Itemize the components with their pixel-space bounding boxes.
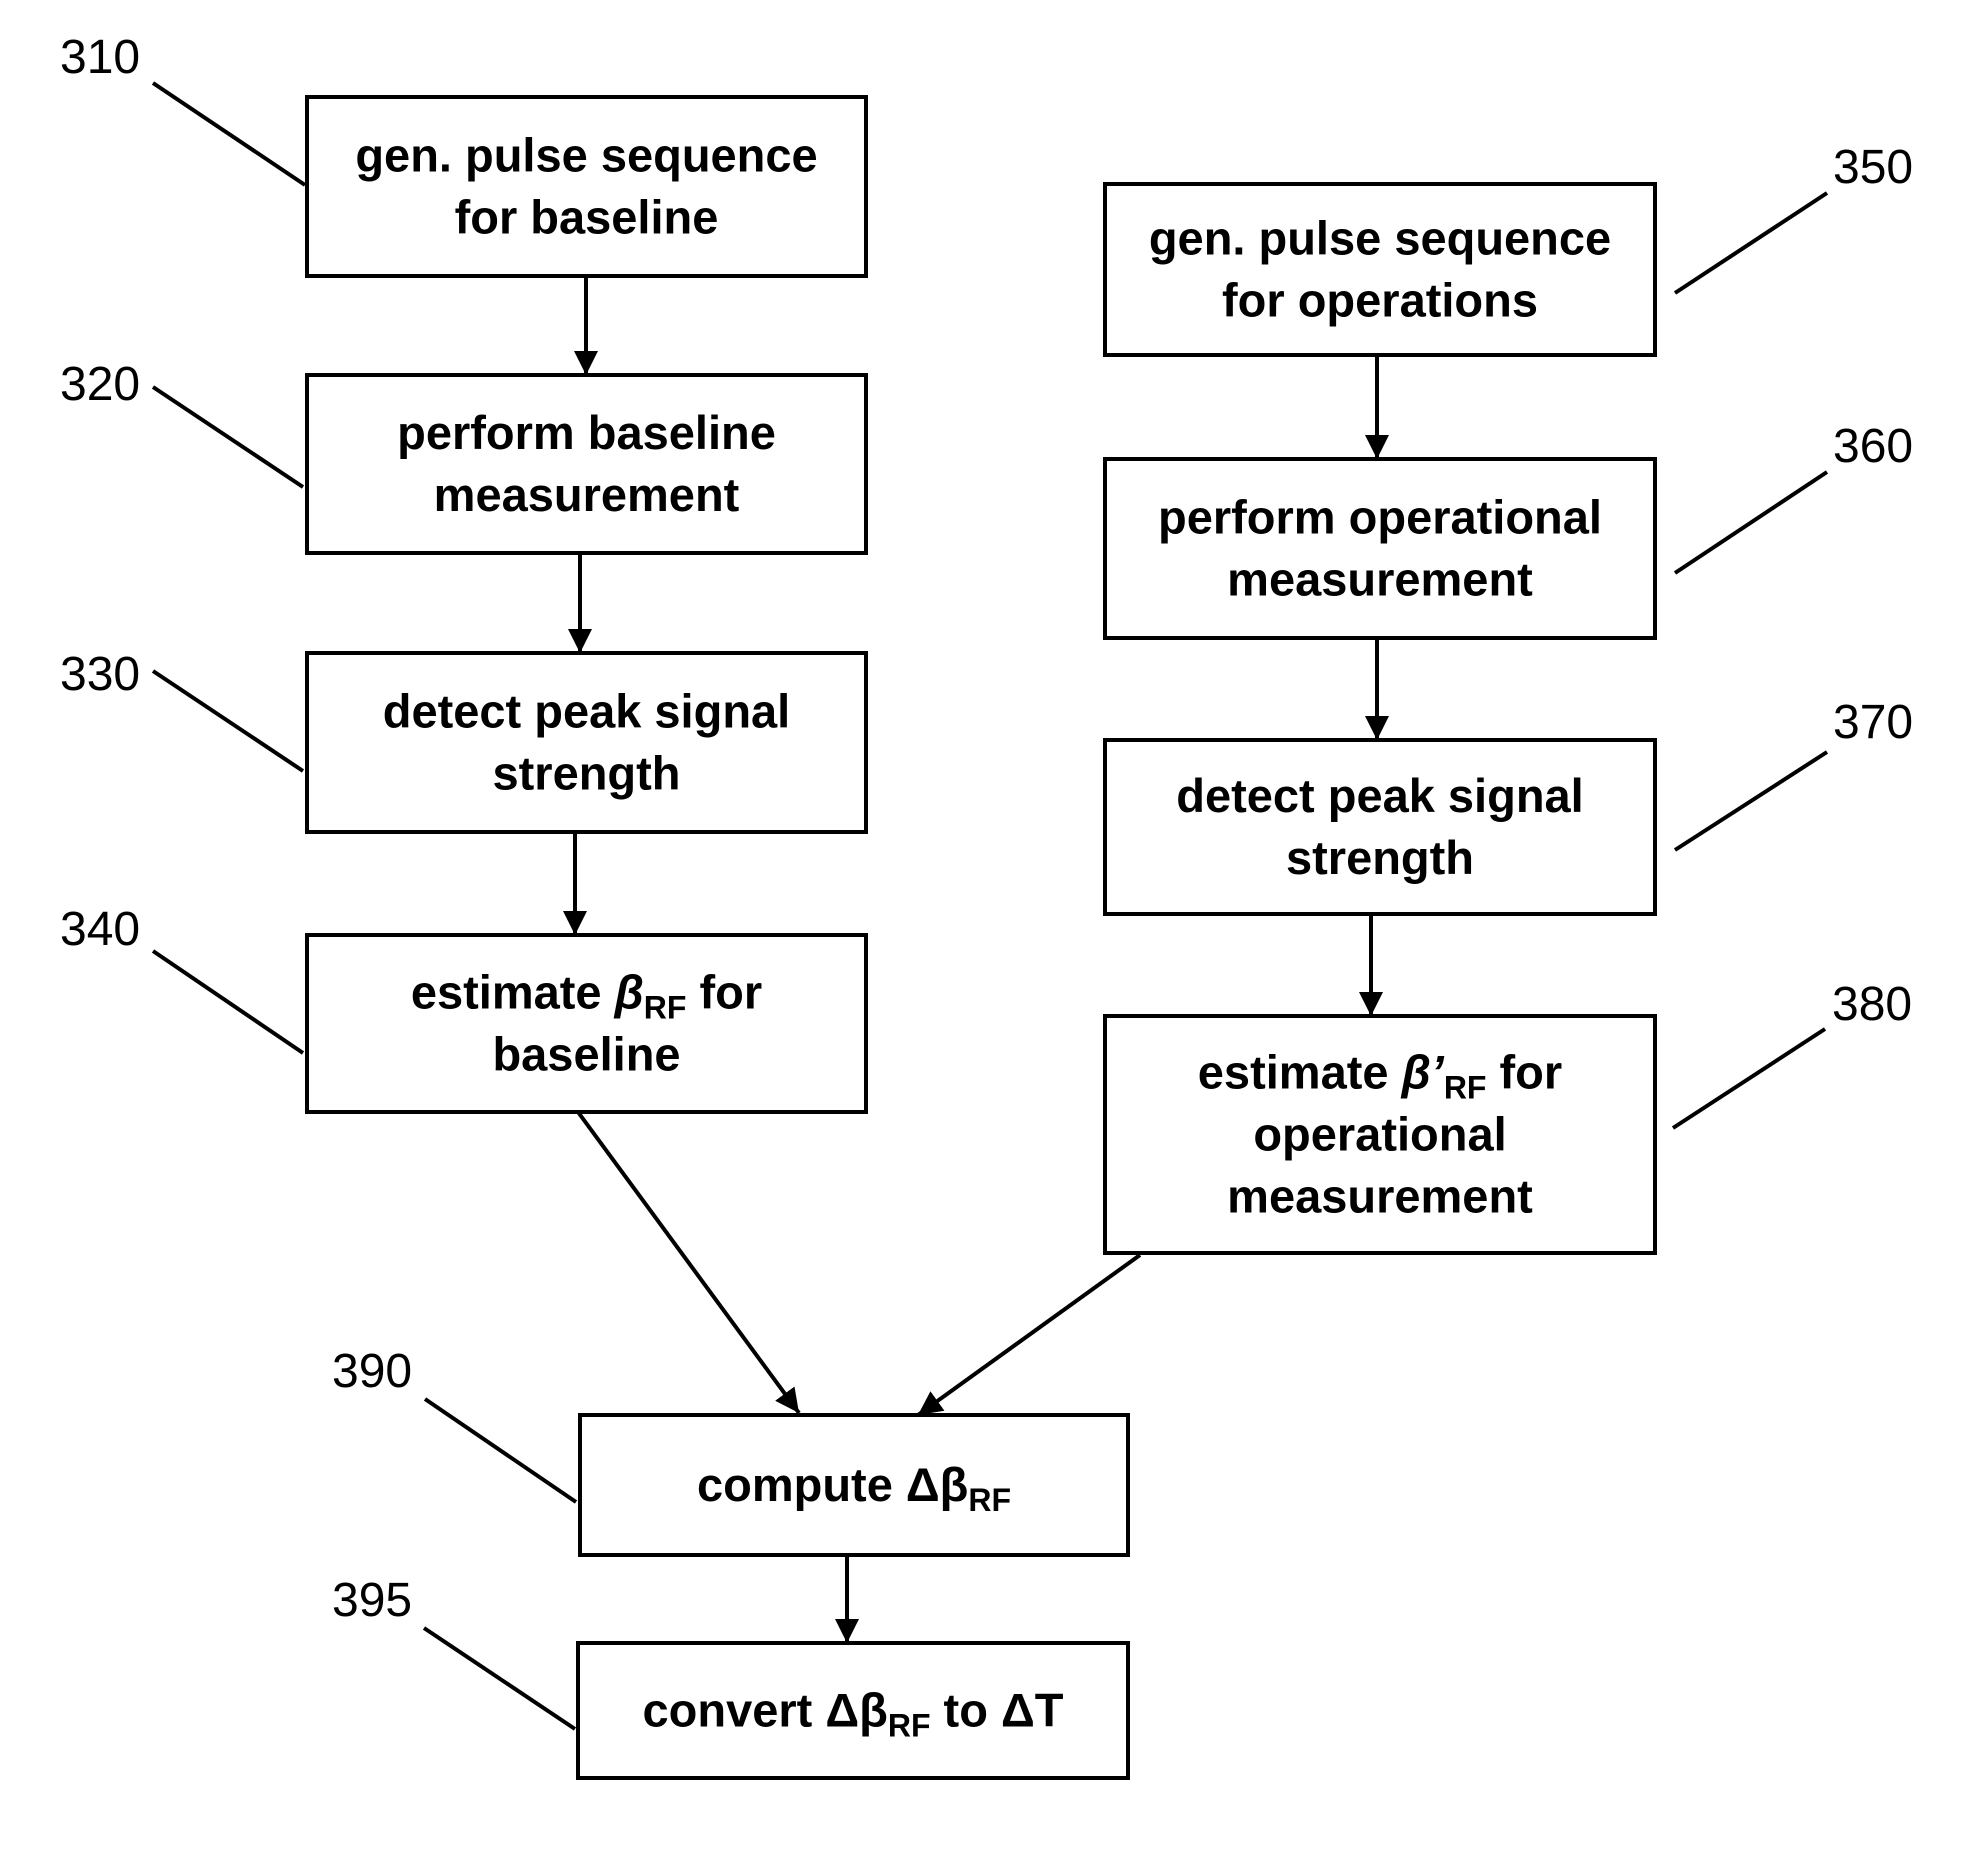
text-segment: perform baseline <box>397 406 776 459</box>
step-310-text-line: for baseline <box>455 191 719 244</box>
step-box-370 <box>1103 738 1657 916</box>
text-segment: strength <box>493 747 681 800</box>
step-320-text-line: measurement <box>434 468 740 521</box>
text-segment: for <box>1486 1046 1562 1099</box>
leader-line-395 <box>422 1626 577 1731</box>
step-330: detect peak signal strength <box>305 651 868 834</box>
step-370: detect peak signal strength <box>1103 738 1657 916</box>
subscript: RF <box>888 1708 931 1744</box>
text-segment: estimate <box>411 966 615 1019</box>
leader-line-370 <box>1673 750 1829 852</box>
step-box-330 <box>305 651 868 834</box>
reference-number-350: 350 <box>1833 141 1913 194</box>
step-340-text-line: estimate βRF for <box>411 966 762 1026</box>
arrow-340-to-390 <box>576 1110 801 1415</box>
reference-number-320: 320 <box>60 358 140 411</box>
step-380: estimate β’RF foroperationalmeasurement <box>1103 1014 1657 1255</box>
step-380-text-line: operational <box>1253 1108 1506 1161</box>
step-330-text-line: strength <box>493 747 681 800</box>
text-segment: measurement <box>1227 1170 1533 1223</box>
reference-number-390: 390 <box>332 1345 412 1398</box>
subscript: RF <box>644 990 687 1026</box>
step-390: compute ΔβRF <box>578 1413 1130 1557</box>
step-350: gen. pulse sequence for operations <box>1103 182 1657 357</box>
text-segment: detect peak signal <box>383 685 791 738</box>
text-segment: compute Δβ <box>697 1458 968 1511</box>
step-380-text-line: estimate β’RF for <box>1198 1046 1562 1106</box>
step-box-310 <box>305 95 868 278</box>
text-segment: convert Δβ <box>643 1684 888 1737</box>
step-340: estimate βRF forbaseline <box>305 933 868 1114</box>
text-segment: detect peak signal <box>1176 769 1584 822</box>
text-segment: β <box>613 966 644 1019</box>
step-360-text-line: measurement <box>1227 553 1533 606</box>
subscript: RF <box>1444 1070 1487 1106</box>
step-box-320 <box>305 373 868 555</box>
step-350-text-line: gen. pulse sequence <box>1149 212 1611 265</box>
text-segment: strength <box>1286 831 1474 884</box>
leader-line-340 <box>151 949 305 1055</box>
leader-line-350 <box>1673 191 1829 295</box>
reference-number-330: 330 <box>60 648 140 701</box>
step-380-text-line: measurement <box>1227 1170 1533 1223</box>
step-310: gen. pulse sequence for baseline <box>305 95 868 278</box>
step-370-text-line: strength <box>1286 831 1474 884</box>
step-340-text-line: baseline <box>492 1028 680 1081</box>
step-395: convert ΔβRF to ΔT <box>576 1641 1130 1780</box>
boxes-layer: gen. pulse sequence for baseline perform b… <box>305 95 1657 1780</box>
step-390-text-line: compute ΔβRF <box>697 1458 1011 1518</box>
leader-line-330 <box>151 669 305 773</box>
text-segment: for baseline <box>455 191 719 244</box>
reference-number-310: 310 <box>60 31 140 84</box>
flowchart-canvas: gen. pulse sequence for baseline perform b… <box>60 31 1913 1780</box>
step-370-text-line: detect peak signal <box>1176 769 1584 822</box>
text-segment: measurement <box>434 468 740 521</box>
reference-number-370: 370 <box>1833 696 1913 749</box>
text-segment: gen. pulse sequence <box>1149 212 1611 265</box>
text-segment: perform operational <box>1158 491 1602 544</box>
text-segment: baseline <box>492 1028 680 1081</box>
subscript: RF <box>968 1482 1011 1518</box>
text-segment: β’ <box>1400 1046 1445 1099</box>
arrow-380-to-390 <box>916 1253 1142 1417</box>
step-box-350 <box>1103 182 1657 357</box>
step-360-text-line: perform operational <box>1158 491 1602 544</box>
step-310-text-line: gen. pulse sequence <box>355 129 817 182</box>
step-box-360 <box>1103 457 1657 640</box>
text-segment: operational <box>1253 1108 1506 1161</box>
leader-line-380 <box>1671 1027 1827 1130</box>
step-395-text-line: convert ΔβRF to ΔT <box>643 1684 1064 1744</box>
step-box-340 <box>305 933 868 1114</box>
text-segment: for <box>686 966 762 1019</box>
reference-number-360: 360 <box>1833 420 1913 473</box>
reference-number-380: 380 <box>1832 978 1912 1031</box>
step-320-text-line: perform baseline <box>397 406 776 459</box>
step-320: perform baseline measurement <box>305 373 868 555</box>
step-360: perform operational measurement <box>1103 457 1657 640</box>
leader-line-390 <box>423 1397 578 1504</box>
text-segment: for operations <box>1222 274 1538 327</box>
step-350-text-line: for operations <box>1222 274 1538 327</box>
step-330-text-line: detect peak signal <box>383 685 791 738</box>
text-segment: estimate <box>1198 1046 1402 1099</box>
text-segment: to ΔT <box>931 1684 1064 1737</box>
leader-line-320 <box>151 385 305 489</box>
text-segment: measurement <box>1227 553 1533 606</box>
leader-line-310 <box>151 81 307 187</box>
reference-number-340: 340 <box>60 903 140 956</box>
text-segment: gen. pulse sequence <box>355 129 817 182</box>
reference-number-395: 395 <box>332 1574 412 1627</box>
leader-line-360 <box>1673 470 1829 575</box>
